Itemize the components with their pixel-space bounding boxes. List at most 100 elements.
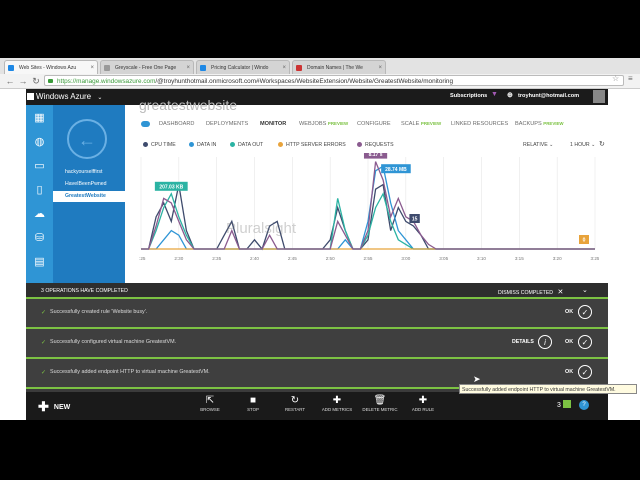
web-sites-icon[interactable]: ◍ [32, 135, 47, 150]
x-tick-label: 2:55 [364, 256, 373, 261]
tab-deployments[interactable]: DEPLOYMENTS [206, 121, 248, 127]
tab-monitor[interactable]: MONITOR [260, 121, 286, 127]
tab-dashboard[interactable]: DASHBOARD [159, 121, 194, 127]
mobile-services-icon[interactable]: ▯ [32, 183, 47, 198]
success-check-icon: ✓ [41, 340, 47, 346]
data-callout-label: 8.17 s [369, 153, 383, 158]
chevron-down-icon[interactable]: ⌄ [582, 286, 588, 294]
page-favicon-icon [104, 65, 110, 71]
user-account[interactable]: troyhunt@hotmail.com [518, 93, 579, 99]
time-range-select[interactable]: 1 HOUR ⌄ [570, 142, 595, 148]
close-icon: ✕ [557, 289, 564, 296]
tab-linked-resources[interactable]: LINKED RESOURCES [451, 121, 508, 127]
all-items-icon[interactable]: ▦ [32, 111, 47, 126]
data-callout-label: 15 [412, 217, 418, 223]
x-tick-label: 3:05 [439, 256, 448, 261]
monitor-chart[interactable]: 2:25 2:30 2:35 2:40 2:45 2:50 2:55 3:00 3:05 3:10… [139, 153, 599, 271]
sql-databases-icon[interactable]: ⛁ [32, 231, 47, 246]
x-tick-label: 2:25 [139, 256, 146, 261]
x-tick-label: 2:45 [288, 256, 297, 261]
stop-icon: ■ [249, 395, 257, 406]
ok-label: OK [565, 339, 574, 345]
page-title: greatestwebsite [139, 97, 238, 113]
metric-http-server-errors[interactable]: HTTP SERVER ERRORS [278, 142, 346, 148]
reload-icon[interactable]: ↻ [30, 75, 42, 87]
restart-button[interactable]: ↻ RESTART [275, 394, 315, 412]
virtual-machines-icon[interactable]: ▭ [32, 159, 47, 174]
site-item-hackyourselffirst[interactable]: hackyourselffirst [53, 167, 125, 178]
browser-menu-icon[interactable]: ≡ [628, 74, 633, 83]
tab-backups[interactable]: BACKUPS PREVIEW [515, 121, 564, 127]
new-button[interactable]: ✚ NEW [38, 399, 70, 415]
mouse-cursor-icon: ➤ [473, 374, 481, 384]
forward-arrow-icon[interactable]: → [17, 75, 29, 87]
x-tick-label: 2:50 [326, 256, 335, 261]
metric-cpu-time[interactable]: CPU TIME [143, 142, 176, 148]
tab-webjobs[interactable]: WEBJOBS PREVIEW [299, 121, 348, 127]
cloud-icon [141, 121, 150, 127]
cloud-services-icon[interactable]: ☁ [32, 207, 47, 222]
ok-check-icon[interactable]: ✓ [578, 365, 592, 379]
activity-icon [562, 400, 571, 408]
operation-message: Successfully created rule 'Website busy'… [50, 309, 148, 315]
refresh-icon[interactable]: ↻ [599, 140, 605, 148]
add-metrics-button[interactable]: ✚ ADD METRICS [317, 394, 357, 412]
operation-message: Successfully configured virtual machine … [50, 339, 177, 345]
data-callout-label: 0 [583, 238, 586, 244]
website-list-panel: ← hackyourselffirst HaveIBeenPwned Great… [53, 105, 125, 283]
metric-check-icon [230, 142, 235, 147]
trash-icon: 🗑 [373, 395, 387, 406]
operation-row: ✓ Successfully created rule 'Website bus… [26, 299, 608, 329]
x-tick-label: 2:30 [174, 256, 183, 261]
ok-check-icon[interactable]: ✓ [578, 335, 592, 349]
browser-tab-domain-names[interactable]: Domain Names | The We × [292, 60, 386, 74]
globe-icon: ⊕ [507, 92, 513, 99]
site-item-haveibeenpwned[interactable]: HaveIBeenPwned [53, 179, 125, 190]
filter-icon[interactable]: ▼ [491, 91, 498, 98]
metric-check-icon [278, 142, 283, 147]
plus-icon: ✚ [332, 395, 342, 406]
avatar[interactable] [593, 90, 605, 103]
tab-configure[interactable]: CONFIGURE [357, 121, 391, 127]
tab-scale[interactable]: SCALE PREVIEW [401, 121, 441, 127]
browser-tab-pricing[interactable]: Pricing Calculator | Windo × [196, 60, 290, 74]
storage-icon[interactable]: ▤ [32, 255, 47, 270]
close-tab-icon[interactable]: × [378, 61, 382, 74]
subscriptions-filter[interactable]: Subscriptions [450, 93, 487, 99]
bookmark-star-icon[interactable]: ☆ [612, 74, 619, 83]
dismiss-completed-button[interactable]: DISMISS COMPLETED ✕ [498, 288, 563, 296]
metric-requests[interactable]: REQUESTS [357, 142, 394, 148]
close-tab-icon[interactable]: × [90, 61, 94, 74]
back-arrow-icon[interactable]: ← [67, 119, 107, 159]
metric-data-out[interactable]: DATA OUT [230, 142, 263, 148]
browse-icon: ⇱ [205, 395, 215, 406]
back-arrow-icon[interactable]: ← [4, 75, 16, 87]
browse-button[interactable]: ⇱ BROWSE [190, 394, 230, 412]
address-bar: ← → ↻ https://manage.windowsazure.com/@t… [0, 74, 640, 89]
operations-counter[interactable]: 3 [557, 400, 571, 409]
url-field[interactable]: https://manage.windowsazure.com/@troyhun… [44, 75, 624, 86]
browser-tab-web-sites[interactable]: Web Sites - Windows Azu × [4, 60, 98, 74]
chevron-down-icon: ⌄ [97, 95, 103, 101]
site-item-greatestwebsite[interactable]: GreatestWebsite [53, 191, 125, 202]
portal-brand[interactable]: Windows Azure ⌄ [27, 92, 103, 101]
help-icon[interactable]: ? [579, 400, 589, 410]
pluralsight-watermark: Pluralsight [226, 220, 297, 237]
tab-strip: Web Sites - Windows Azu × Greyscale - Fre… [0, 58, 640, 74]
x-tick-label: 3:15 [515, 256, 524, 261]
close-tab-icon[interactable]: × [282, 61, 286, 74]
success-check-icon: ✓ [41, 370, 47, 376]
metric-data-in[interactable]: DATA IN [189, 142, 216, 148]
ok-check-icon[interactable]: ✓ [578, 305, 592, 319]
close-tab-icon[interactable]: × [186, 61, 190, 74]
relative-toggle[interactable]: RELATIVE ⌄ [523, 142, 554, 148]
browser-tab-greyscale[interactable]: Greyscale - Free One Page × [100, 60, 194, 74]
data-callout-label: 28.74 MB [385, 167, 407, 173]
stop-button[interactable]: ■ STOP [233, 394, 273, 412]
delete-metric-button[interactable]: 🗑 DELETE METRIC [360, 394, 400, 412]
add-rule-button[interactable]: ✚ ADD RULE [403, 394, 443, 412]
portal-top-bar: Windows Azure ⌄ Subscriptions ▼ ⊕ troyhu… [26, 89, 608, 105]
data-callout-label: 207.03 KB [159, 184, 183, 190]
info-icon[interactable]: i [538, 335, 552, 349]
x-tick-label: 2:35 [212, 256, 221, 261]
